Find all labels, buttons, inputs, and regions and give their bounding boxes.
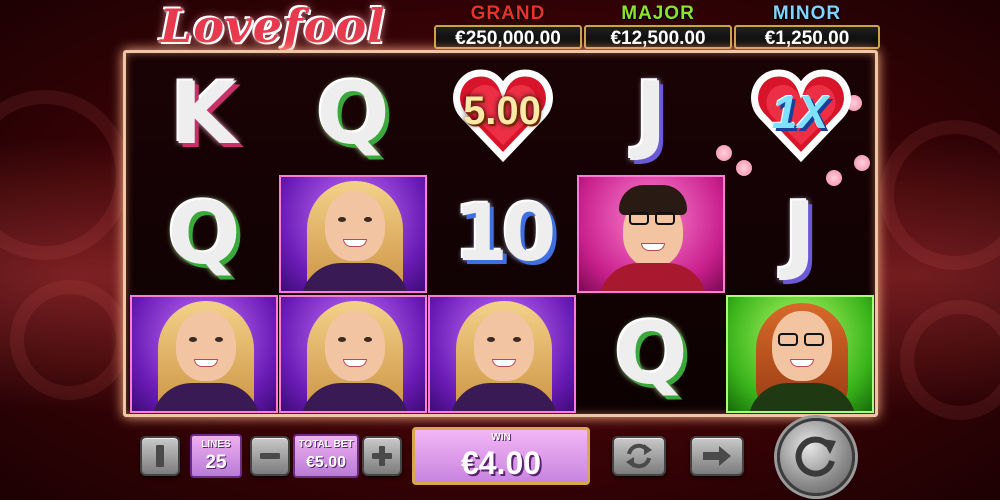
minus-icon [260,453,280,459]
glasses-icon [655,212,675,225]
total-bet-value: €5.00 [305,454,347,471]
portrait-eye [364,217,372,222]
portrait-face [176,311,236,381]
background-swirl [0,90,130,260]
rose-decoration [736,160,752,176]
reel-symbol-q: Q [577,295,725,413]
info-icon [156,445,164,467]
reel-symbol-blonde-woman [428,295,576,413]
symbol-j-letter: J [635,64,667,164]
rose-decoration [716,145,732,161]
heart-cash-value: 5.00 [463,89,541,133]
reel-symbol-blonde-woman [279,295,427,413]
jackpot-minor: MINOR €1,250.00 [734,3,880,49]
jackpot-major-value: €12,500.00 [584,25,732,49]
symbol-j-letter: J [784,184,816,284]
win-label: WIN [491,432,511,443]
jackpot-major: MAJOR €12,500.00 [584,3,732,49]
reel-symbol-k: K [130,55,278,173]
symbol-10-letter: 10 [453,189,557,279]
portrait-face [474,311,534,381]
spin-icon [795,436,836,477]
portrait-eye [215,337,223,342]
portrait-eye [189,337,197,342]
symbol-q-letter: Q [167,184,241,284]
lines-value: 25 [205,452,227,473]
heart-multiplier-value: 1X [771,86,829,138]
increase-bet-button[interactable] [362,436,402,476]
portrait-face [325,191,385,261]
autoplay-button[interactable] [612,436,666,476]
jackpot-grand-label: GRAND [470,3,546,24]
win-value: €4.00 [460,445,542,481]
jackpot-major-label: MAJOR [621,3,695,24]
total-bet-label: TOTAL BET [298,439,354,450]
symbol-q-letter: Q [614,304,688,404]
reel-symbol-j: J [577,55,725,173]
portrait-face [772,311,832,381]
fast-forward-icon [703,446,731,466]
reel-symbol-man-with-glasses [577,175,725,293]
portrait-eye [338,337,346,342]
portrait-eye [338,217,346,222]
reel-symbol-blonde-woman [130,295,278,413]
glasses-icon [629,212,649,225]
lines-display: LINES 25 [190,434,242,478]
portrait-shoulders [599,263,707,291]
game-logo: Lovefool [160,0,386,53]
reel-symbol-j: J [726,175,874,293]
symbol-q-letter: Q [316,64,390,164]
reel-symbol-cash-heart: 5.00 [428,55,576,173]
plus-icon [372,446,392,466]
portrait-face [325,311,385,381]
reel-grid: K Q 5.00 J 1X Q 10 J Q [123,50,878,417]
reel-symbol-q: Q [279,55,427,173]
spin-button[interactable] [777,418,855,496]
autoplay-icon [626,443,652,469]
rose-decoration [854,155,870,171]
portrait-hair [619,185,687,215]
portrait-eye [487,337,495,342]
jackpot-minor-label: MINOR [772,3,842,24]
portrait-eye [513,337,521,342]
reel-symbol-q: Q [130,175,278,293]
glasses-icon [804,333,824,346]
info-button[interactable] [140,436,180,476]
glasses-icon [778,333,798,346]
jackpot-grand: GRAND €250,000.00 [434,3,582,49]
portrait-eye [364,337,372,342]
background-swirl [880,120,1000,270]
reel-symbol-multiplier-heart: 1X [716,55,874,186]
turbo-button[interactable] [690,436,744,476]
decrease-bet-button[interactable] [250,436,290,476]
jackpot-grand-value: €250,000.00 [434,25,582,49]
symbol-k-letter: K [170,64,238,164]
win-display: WIN €4.00 [412,427,590,485]
reel-symbol-redhead-woman-with-glasses [726,295,874,413]
reel-symbol-10: 10 [428,175,576,293]
background-swirl [900,300,1000,420]
reel-symbol-blonde-woman [279,175,427,293]
total-bet-display: TOTAL BET €5.00 [293,434,359,478]
lines-label: LINES [201,439,231,450]
jackpot-minor-value: €1,250.00 [734,25,880,49]
background-swirl [10,280,130,400]
